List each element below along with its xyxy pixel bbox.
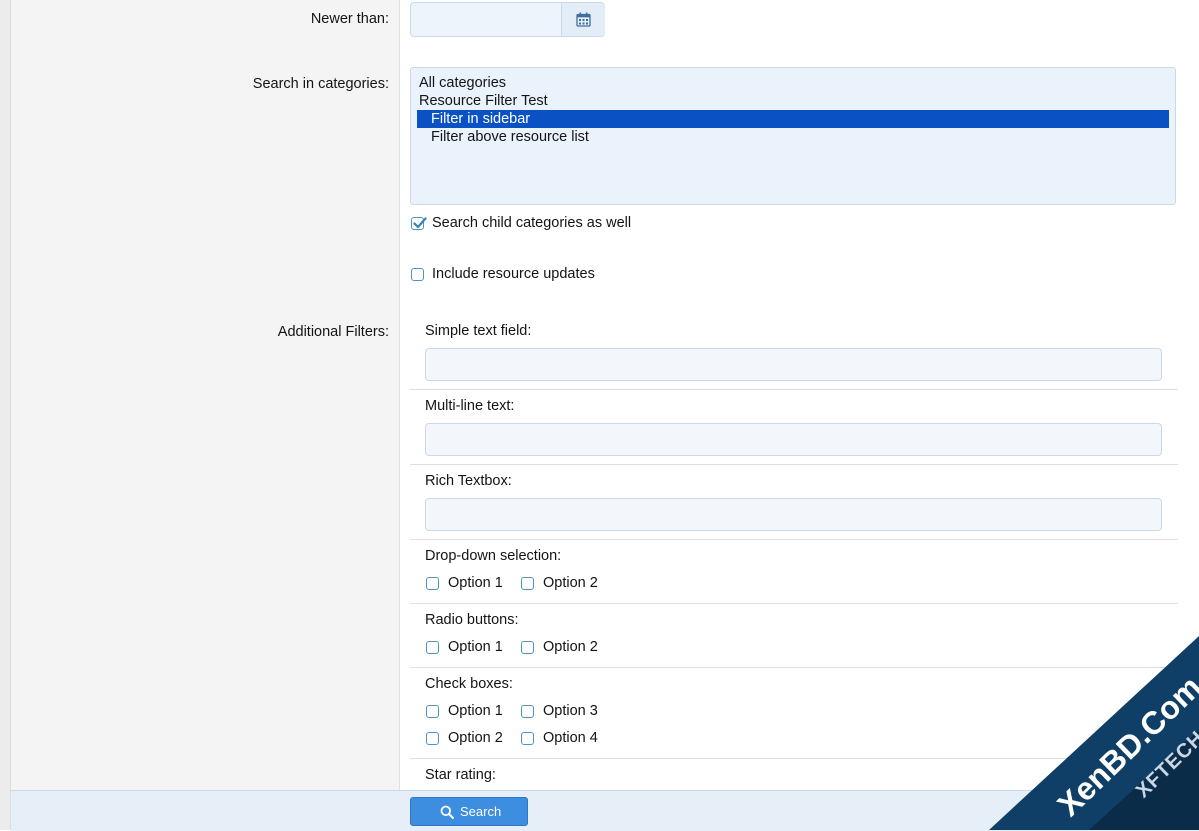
newer-than-input[interactable] xyxy=(411,3,561,36)
additional-filters-label: Additional Filters: xyxy=(277,324,389,340)
divider xyxy=(410,389,1178,390)
checkmark-icon xyxy=(413,217,427,229)
date-picker xyxy=(410,2,605,37)
include-updates-checkbox[interactable] xyxy=(411,268,424,281)
category-option[interactable]: Resource Filter Test xyxy=(417,92,1169,110)
category-option-selected[interactable]: Filter in sidebar xyxy=(417,110,1169,128)
search-child-checkbox[interactable] xyxy=(411,217,427,230)
checkbox-option-4-label: Option 4 xyxy=(543,730,598,746)
checkbox-option-1[interactable] xyxy=(426,705,439,718)
divider xyxy=(410,603,1178,604)
dropdown-option-2-checkbox[interactable] xyxy=(521,577,534,590)
radio-option-1-checkbox[interactable] xyxy=(426,641,439,654)
checkbox-option-2[interactable] xyxy=(426,732,439,745)
radio-label: Radio buttons: xyxy=(425,612,519,628)
search-button[interactable]: Search xyxy=(410,797,528,826)
checkbox-option-3[interactable] xyxy=(521,705,534,718)
newer-than-label: Newer than: xyxy=(310,11,389,27)
star-rating-label: Star rating: xyxy=(425,767,496,783)
calendar-icon xyxy=(576,12,591,27)
watermark-logo: XenBD.Com XFTECH xyxy=(989,630,1199,830)
categories-listbox[interactable]: All categories Resource Filter Test Filt… xyxy=(410,67,1176,205)
rich-textbox-input[interactable] xyxy=(425,498,1162,531)
checkbox-option-3-label: Option 3 xyxy=(543,703,598,719)
multiline-input[interactable] xyxy=(425,423,1162,456)
multiline-label: Multi-line text: xyxy=(425,398,515,414)
radio-option-1-label: Option 1 xyxy=(448,639,503,655)
label-column xyxy=(11,0,400,830)
checkbox-option-2-label: Option 2 xyxy=(448,730,503,746)
search-child-label: Search child categories as well xyxy=(432,215,632,231)
category-option[interactable]: All categories xyxy=(417,74,1169,92)
left-gutter xyxy=(0,0,11,830)
dropdown-option-1-label: Option 1 xyxy=(448,575,503,591)
radio-option-2-label: Option 2 xyxy=(543,639,598,655)
checkbox-option-4[interactable] xyxy=(521,732,534,745)
divider xyxy=(410,539,1178,540)
radio-option-2-checkbox[interactable] xyxy=(521,641,534,654)
rich-textbox-label: Rich Textbox: xyxy=(425,473,512,489)
checkbox-option-1-label: Option 1 xyxy=(448,703,503,719)
simple-text-input[interactable] xyxy=(425,348,1162,381)
dropdown-label: Drop-down selection: xyxy=(425,548,562,564)
checkboxes-label: Check boxes: xyxy=(425,676,513,692)
categories-label: Search in categories: xyxy=(252,76,389,92)
dropdown-option-1-checkbox[interactable] xyxy=(426,577,439,590)
search-icon xyxy=(440,805,454,819)
category-option[interactable]: Filter above resource list xyxy=(417,128,1169,146)
dropdown-option-2-label: Option 2 xyxy=(543,575,598,591)
search-button-label: Search xyxy=(460,804,502,819)
divider xyxy=(410,464,1178,465)
simple-text-label: Simple text field: xyxy=(425,323,532,339)
include-updates-label: Include resource updates xyxy=(432,266,595,282)
calendar-button[interactable] xyxy=(561,3,605,36)
